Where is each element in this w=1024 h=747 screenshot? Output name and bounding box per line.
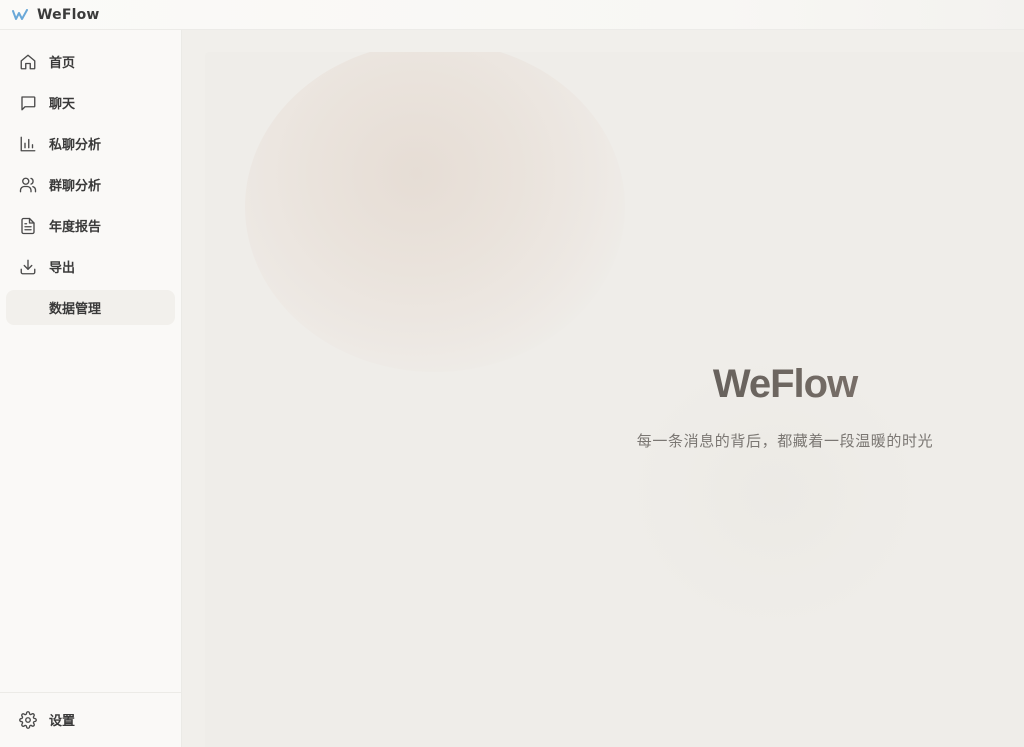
sidebar-item-label: 导出: [49, 261, 76, 276]
sidebar: 首页 聊天 私聊分析 群聊分析 年度报告 导出 数据管理 设置: [0, 30, 182, 747]
welcome-subtitle: 每一条消息的背后，都藏着一段温暖的时光: [636, 432, 934, 450]
sidebar-item-group-analysis[interactable]: 群聊分析: [6, 167, 175, 202]
document-icon: [18, 216, 38, 236]
data-management-icon: [18, 298, 38, 318]
main-content: WeFlow 每一条消息的背后，都藏着一段温暖的时光: [182, 30, 1024, 747]
sidebar-item-label: 设置: [49, 714, 76, 729]
bar-chart-icon: [18, 134, 38, 154]
sidebar-item-label: 聊天: [49, 97, 76, 112]
gear-icon: [18, 710, 38, 730]
sidebar-item-label: 群聊分析: [49, 179, 102, 194]
sidebar-item-private-analysis[interactable]: 私聊分析: [6, 126, 175, 161]
users-icon: [18, 175, 38, 195]
sidebar-footer: 设置: [0, 692, 181, 747]
sidebar-item-settings[interactable]: 设置: [6, 702, 175, 737]
app-title: WeFlow: [37, 6, 100, 23]
title-bar: WeFlow: [0, 0, 1024, 30]
chat-bubble-icon: [18, 93, 38, 113]
sidebar-item-label: 数据管理: [49, 302, 102, 317]
welcome-title: WeFlow: [605, 362, 965, 407]
sidebar-item-home[interactable]: 首页: [6, 44, 175, 79]
sidebar-item-export[interactable]: 导出: [6, 249, 175, 284]
background-decoration: [245, 52, 625, 372]
sidebar-item-data-management[interactable]: 数据管理: [6, 290, 175, 325]
sidebar-item-label: 私聊分析: [49, 138, 102, 153]
sidebar-item-chat[interactable]: 聊天: [6, 85, 175, 120]
sidebar-item-label: 首页: [49, 56, 76, 71]
home-icon: [18, 52, 38, 72]
welcome-panel: WeFlow 每一条消息的背后，都藏着一段温暖的时光: [205, 52, 1024, 747]
download-icon: [18, 257, 38, 277]
sidebar-nav: 首页 聊天 私聊分析 群聊分析 年度报告 导出 数据管理: [0, 30, 181, 325]
weflow-logo-icon: [12, 8, 28, 22]
sidebar-item-label: 年度报告: [49, 220, 102, 235]
app-window: WeFlow 首页 聊天 私聊分析 群聊分析 年度报告 导出 数据管理 设置 W…: [0, 0, 1024, 747]
sidebar-item-annual-report[interactable]: 年度报告: [6, 208, 175, 243]
